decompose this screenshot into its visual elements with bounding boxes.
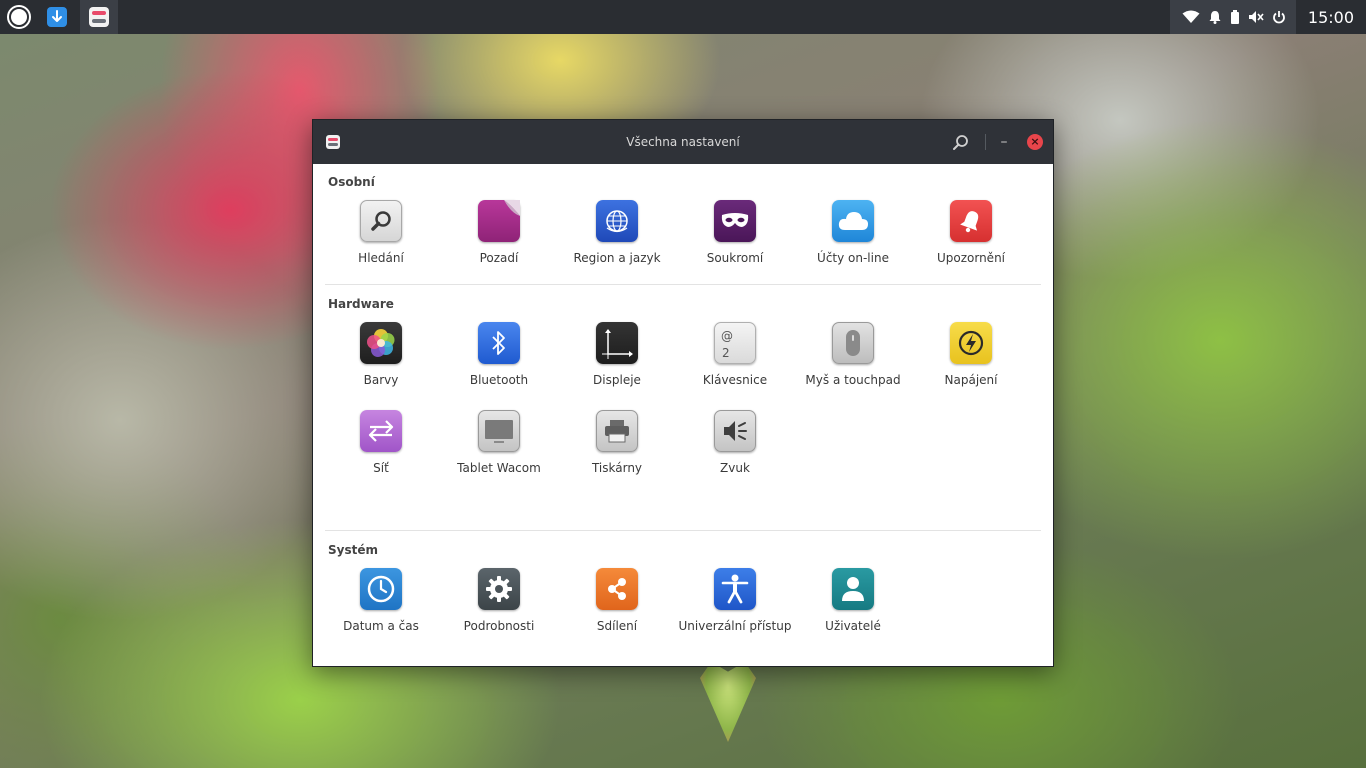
settings-item-region[interactable]: Region a jazyk bbox=[558, 200, 676, 267]
settings-item-datetime[interactable]: Datum a čas bbox=[322, 568, 440, 635]
item-label: Displeje bbox=[593, 373, 641, 387]
item-label: Uživatelé bbox=[825, 619, 881, 633]
item-label: Upozornění bbox=[936, 251, 1006, 265]
network-icon bbox=[360, 410, 402, 452]
item-label: Podrobnosti bbox=[463, 619, 535, 633]
settings-item-online-accounts[interactable]: Účty on-line bbox=[794, 200, 912, 267]
item-label: Zvuk bbox=[720, 461, 750, 475]
item-label: Síť bbox=[373, 461, 389, 475]
wallpaper-icon bbox=[478, 200, 520, 242]
close-icon[interactable]: × bbox=[1027, 134, 1043, 150]
bell-icon[interactable] bbox=[1208, 10, 1222, 24]
printer-icon bbox=[596, 410, 638, 452]
item-label: Sdílení bbox=[596, 619, 638, 633]
accessibility-icon bbox=[714, 568, 756, 610]
section-divider bbox=[325, 284, 1041, 285]
item-label: Hledání bbox=[358, 251, 404, 265]
section-title-personal: Osobní bbox=[328, 175, 375, 189]
mouse-icon bbox=[832, 322, 874, 364]
bell-icon bbox=[950, 200, 992, 242]
clock-icon bbox=[360, 568, 402, 610]
item-label: Napájení bbox=[944, 373, 998, 387]
item-label: Region a jazyk bbox=[573, 251, 661, 265]
settings-window: Všechna nastavení – × Osobní Hledání Poz… bbox=[312, 119, 1054, 667]
settings-item-wallpaper[interactable]: Pozadí bbox=[440, 200, 558, 267]
display-icon bbox=[596, 322, 638, 364]
item-label: Účty on-line bbox=[817, 251, 889, 265]
item-label: Myš a touchpad bbox=[805, 373, 901, 387]
item-label: Bluetooth bbox=[469, 373, 529, 387]
settings-item-sharing[interactable]: Sdílení bbox=[558, 568, 676, 635]
download-button[interactable] bbox=[38, 0, 76, 34]
settings-item-details[interactable]: Podrobnosti bbox=[440, 568, 558, 635]
item-label: Barvy bbox=[363, 373, 399, 387]
settings-item-power[interactable]: Napájení bbox=[912, 322, 1030, 389]
settings-item-search[interactable]: Hledání bbox=[322, 200, 440, 267]
settings-item-users[interactable]: Uživatelé bbox=[794, 568, 912, 635]
window-title: Všechna nastavení bbox=[626, 135, 740, 149]
color-wheel-icon bbox=[360, 322, 402, 364]
mask-icon bbox=[714, 200, 756, 242]
item-label: Tablet Wacom bbox=[457, 461, 541, 475]
bluetooth-icon bbox=[478, 322, 520, 364]
minimize-icon[interactable]: – bbox=[997, 132, 1011, 152]
share-icon bbox=[596, 568, 638, 610]
window-titlebar[interactable]: Všechna nastavení – × bbox=[313, 120, 1053, 164]
search-icon bbox=[360, 200, 402, 242]
top-panel: 15:00 bbox=[0, 0, 1366, 34]
clock[interactable]: 15:00 bbox=[1296, 8, 1366, 27]
settings-item-colors[interactable]: Barvy bbox=[322, 322, 440, 389]
speaker-icon bbox=[714, 410, 756, 452]
settings-item-network[interactable]: Síť bbox=[322, 410, 440, 477]
user-icon bbox=[832, 568, 874, 610]
section-divider bbox=[325, 530, 1041, 531]
item-label: Soukromí bbox=[706, 251, 764, 265]
keyboard-icon: @2 bbox=[714, 322, 756, 364]
item-label: Datum a čas bbox=[343, 619, 419, 633]
search-icon[interactable] bbox=[951, 133, 971, 153]
settings-app-button[interactable] bbox=[80, 0, 118, 34]
item-label: Univerzální přístup bbox=[678, 619, 792, 633]
settings-item-notifications[interactable]: Upozornění bbox=[912, 200, 1030, 267]
gear-icon bbox=[478, 568, 520, 610]
settings-app-icon bbox=[89, 7, 109, 27]
settings-item-displays[interactable]: Displeje bbox=[558, 322, 676, 389]
titlebar-separator bbox=[985, 134, 986, 150]
svg-text:2: 2 bbox=[722, 346, 730, 360]
settings-item-bluetooth[interactable]: Bluetooth bbox=[440, 322, 558, 389]
item-label: Klávesnice bbox=[702, 373, 768, 387]
system-tray: 15:00 bbox=[1169, 0, 1366, 34]
home-button[interactable] bbox=[0, 0, 38, 34]
settings-item-keyboard[interactable]: @2 Klávesnice bbox=[676, 322, 794, 389]
section-title-system: Systém bbox=[328, 543, 378, 557]
tablet-icon bbox=[478, 410, 520, 452]
settings-item-mouse[interactable]: Myš a touchpad bbox=[794, 322, 912, 389]
item-label: Pozadí bbox=[479, 251, 519, 265]
power-lightning-icon bbox=[950, 322, 992, 364]
globe-icon bbox=[596, 200, 638, 242]
cloud-icon bbox=[832, 200, 874, 242]
settings-item-wacom[interactable]: Tablet Wacom bbox=[440, 410, 558, 477]
download-icon bbox=[47, 7, 67, 27]
battery-icon[interactable] bbox=[1230, 10, 1240, 24]
item-label: Tiskárny bbox=[591, 461, 643, 475]
settings-item-privacy[interactable]: Soukromí bbox=[676, 200, 794, 267]
section-title-hardware: Hardware bbox=[328, 297, 394, 311]
settings-item-printers[interactable]: Tiskárny bbox=[558, 410, 676, 477]
home-icon bbox=[7, 5, 31, 29]
svg-text:@: @ bbox=[721, 329, 733, 343]
settings-item-sound[interactable]: Zvuk bbox=[676, 410, 794, 477]
power-icon[interactable] bbox=[1272, 10, 1286, 24]
settings-item-accessibility[interactable]: Univerzální přístup bbox=[676, 568, 794, 635]
wifi-icon[interactable] bbox=[1182, 10, 1200, 24]
volume-muted-icon[interactable] bbox=[1248, 10, 1264, 24]
